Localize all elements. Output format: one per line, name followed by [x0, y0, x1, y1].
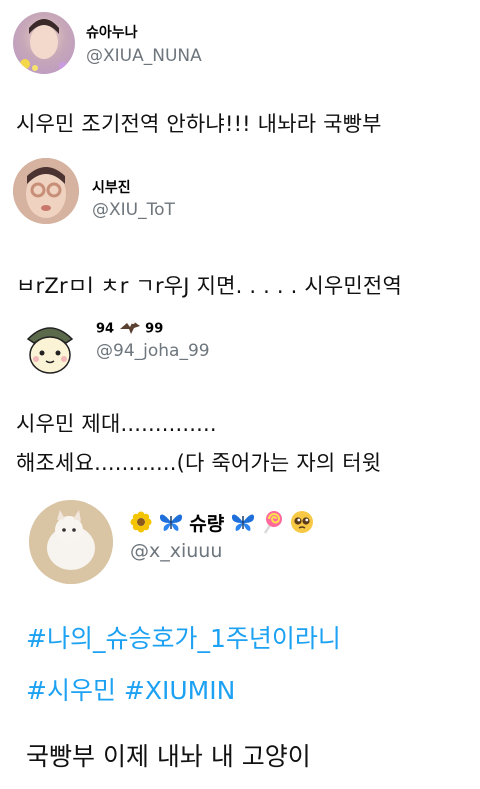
avatar-xxiuuu[interactable]	[29, 500, 113, 584]
display-name[interactable]: 슈아누나	[86, 22, 138, 42]
avatar-94joha99[interactable]	[16, 315, 84, 383]
butterfly-icon	[159, 514, 182, 531]
butterfly-emoji	[159, 511, 183, 538]
butterfly-emoji	[231, 511, 255, 538]
avatar-image	[20, 19, 67, 71]
hashtag-line-1[interactable]: #나의_슈승호가_1주년이라니	[26, 619, 341, 655]
pleading-face-icon	[291, 511, 314, 533]
name-label: 슈량	[189, 513, 225, 535]
lollipop-icon	[264, 511, 283, 534]
avatar-suanuna[interactable]	[13, 12, 75, 74]
display-name[interactable]: 슈량	[130, 509, 314, 539]
flower-icon	[130, 511, 152, 533]
avatar-image	[29, 500, 113, 584]
tweet-4: 슈량 @x_xiuuu #나의_슈승호가_1주년이라니 #시우민 #XIUMIN…	[0, 490, 480, 789]
tweet-text: 시우민 조기전역 안하냐!!! 내놔라 국빵부	[16, 112, 382, 136]
user-handle[interactable]: @XIU_ToT	[92, 200, 175, 220]
avatar-image	[13, 158, 79, 224]
user-handle[interactable]: @XIUA_NUNA	[86, 46, 202, 66]
tweet-text-line-2: 해조세요............(다 죽어가는 자의 터윗	[16, 451, 382, 475]
tweet-text: ㅂrZrㅁl ㅊr ㄱr우J 지면. . . . . 시우민전역	[16, 274, 402, 298]
tweet-2: 시부진 @XIU_ToT ㅂrZrㅁl ㅊr ㄱr우J 지면. . . . . …	[0, 150, 480, 300]
tweet-text: 국빵부 이제 내놔 내 고양이	[26, 742, 311, 771]
pleading-face-emoji	[290, 510, 314, 539]
tweet-text-line-1: 시우민 제대..............	[16, 412, 217, 436]
hashtag-line-2[interactable]: #시우민 #XIUMIN	[26, 671, 235, 707]
name-right: 99	[145, 321, 164, 337]
display-name[interactable]: 94 99	[96, 319, 163, 339]
lollipop-emoji	[261, 510, 283, 539]
flower-emoji	[130, 511, 152, 538]
user-handle[interactable]: @94_joha_99	[96, 341, 210, 361]
avatar-image	[17, 316, 83, 382]
tweet-1: 슈아누나 @XIUA_NUNA 시우민 조기전역 안하냐!!! 내놔라 국빵부	[0, 0, 480, 150]
eagle-emoji	[119, 319, 141, 339]
butterfly-icon	[231, 514, 254, 531]
user-handle[interactable]: @x_xiuuu	[130, 540, 222, 562]
avatar-sibujin[interactable]	[13, 158, 79, 224]
display-name[interactable]: 시부진	[92, 177, 131, 197]
name-left: 94	[96, 321, 115, 337]
eagle-icon	[119, 320, 140, 334]
tweet-3: 94 99 @94_joha_99 시우민 제대.............. 해…	[0, 305, 480, 485]
